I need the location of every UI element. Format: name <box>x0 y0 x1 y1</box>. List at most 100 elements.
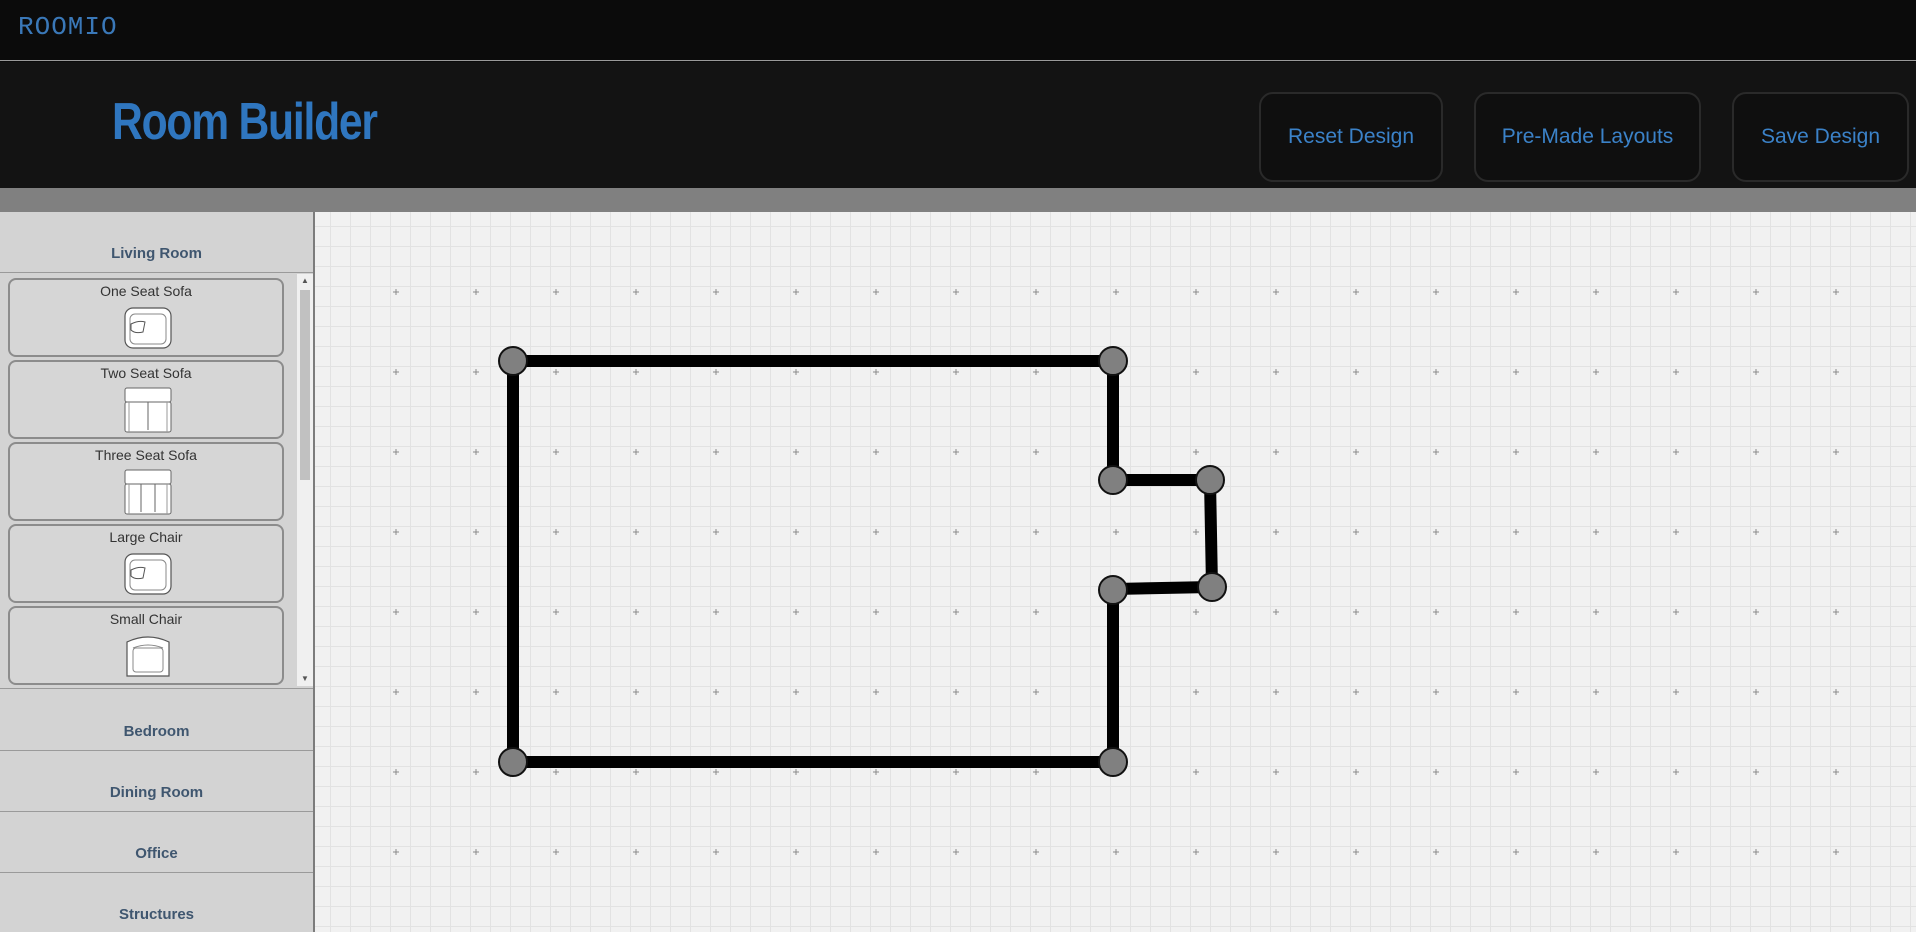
grid-marker <box>1113 849 1119 855</box>
wall-vertex-handle[interactable] <box>1098 747 1128 777</box>
category-living-room[interactable]: Living Room <box>0 245 313 262</box>
category-dining-room[interactable]: Dining Room <box>0 784 313 801</box>
grid-marker <box>553 449 559 455</box>
grid-marker <box>633 769 639 775</box>
grid-marker <box>1273 449 1279 455</box>
room-floorplan[interactable] <box>315 212 1916 932</box>
grid-marker <box>1753 849 1759 855</box>
grid-marker <box>1673 529 1679 535</box>
grid-marker <box>553 609 559 615</box>
grid-marker <box>473 449 479 455</box>
grid-marker <box>553 369 559 375</box>
category-bedroom[interactable]: Bedroom <box>0 723 313 740</box>
grid-marker <box>1033 849 1039 855</box>
item-label: One Seat Sofa <box>100 283 192 299</box>
grid-marker <box>1193 769 1199 775</box>
grid-marker <box>1753 369 1759 375</box>
grid-marker <box>1353 289 1359 295</box>
wall-vertex-handle[interactable] <box>498 747 528 777</box>
premade-layouts-button[interactable]: Pre-Made Layouts <box>1474 92 1701 182</box>
grid-marker <box>1433 369 1439 375</box>
wall-vertex-handle[interactable] <box>1098 346 1128 376</box>
scroll-down-arrow-icon[interactable]: ▼ <box>297 672 313 686</box>
grid-marker <box>393 289 399 295</box>
grid-marker <box>473 769 479 775</box>
grid-marker <box>1593 769 1599 775</box>
grid-marker <box>1033 689 1039 695</box>
grid-marker <box>1513 769 1519 775</box>
grid-marker <box>1273 529 1279 535</box>
category-structures[interactable]: Structures <box>0 906 313 923</box>
grid-marker <box>953 449 959 455</box>
one-seat-sofa-icon <box>124 307 172 349</box>
wall-vertex-handle[interactable] <box>1098 575 1128 605</box>
grid-marker <box>873 609 879 615</box>
divider <box>0 272 313 273</box>
grid-marker <box>1833 689 1839 695</box>
grid-marker <box>1833 529 1839 535</box>
item-two-seat-sofa[interactable]: Two Seat Sofa <box>8 360 284 439</box>
wall-vertex-handle[interactable] <box>1195 465 1225 495</box>
grid-marker <box>793 529 799 535</box>
reset-design-button[interactable]: Reset Design <box>1259 92 1443 182</box>
grid-marker <box>1433 449 1439 455</box>
wall-vertex-handle[interactable] <box>498 346 528 376</box>
grid-marker <box>713 369 719 375</box>
grid-marker <box>473 609 479 615</box>
grid-marker <box>473 529 479 535</box>
grid-marker <box>873 769 879 775</box>
grid-marker <box>873 849 879 855</box>
grid-marker <box>1833 849 1839 855</box>
three-seat-sofa-icon <box>124 469 172 515</box>
grid-marker <box>1673 609 1679 615</box>
grid-marker <box>1593 289 1599 295</box>
grid-marker <box>1833 449 1839 455</box>
item-one-seat-sofa[interactable]: One Seat Sofa <box>8 278 284 357</box>
room-walls <box>507 355 1219 768</box>
grid-marker <box>793 449 799 455</box>
grid-marker <box>793 769 799 775</box>
grid-marker <box>873 689 879 695</box>
grid-marker <box>793 369 799 375</box>
grid-marker <box>1193 849 1199 855</box>
grid-marker <box>1593 609 1599 615</box>
item-small-chair[interactable]: Small Chair <box>8 606 284 685</box>
wall-vertex-handle[interactable] <box>1197 572 1227 602</box>
grid-marker <box>1353 689 1359 695</box>
scroll-thumb[interactable] <box>300 290 310 480</box>
top-bar: ROOMIO <box>0 0 1916 61</box>
scroll-up-arrow-icon[interactable]: ▲ <box>297 274 313 288</box>
grid-marker <box>953 769 959 775</box>
grid-marker <box>1513 449 1519 455</box>
grid-marker <box>633 369 639 375</box>
brand-logo[interactable]: ROOMIO <box>18 12 118 42</box>
grid-marker <box>553 529 559 535</box>
grid-marker <box>1433 689 1439 695</box>
page-header: Room Builder Reset Design Pre-Made Layou… <box>0 62 1916 188</box>
grid-marker <box>713 449 719 455</box>
divider <box>0 688 313 689</box>
grid-marker <box>1273 289 1279 295</box>
category-office[interactable]: Office <box>0 845 313 862</box>
wall-vertex-handle[interactable] <box>1098 465 1128 495</box>
grid-marker <box>1753 769 1759 775</box>
grid-marker <box>1833 289 1839 295</box>
two-seat-sofa-icon <box>124 387 172 433</box>
grid-marker <box>1593 689 1599 695</box>
grid-marker <box>953 689 959 695</box>
divider <box>0 811 313 812</box>
small-chair-icon <box>126 636 170 677</box>
grid-marker <box>1033 449 1039 455</box>
item-large-chair[interactable]: Large Chair <box>8 524 284 603</box>
item-list-scrollbar[interactable]: ▲ ▼ <box>297 274 313 686</box>
item-three-seat-sofa[interactable]: Three Seat Sofa <box>8 442 284 521</box>
grid-marker <box>1513 289 1519 295</box>
grid-marker <box>1673 449 1679 455</box>
save-design-button[interactable]: Save Design <box>1732 92 1909 182</box>
grid-marker <box>1033 369 1039 375</box>
grid-marker <box>1513 689 1519 695</box>
grid-marker <box>1113 289 1119 295</box>
design-canvas[interactable] <box>315 212 1916 932</box>
grid-marker <box>1753 609 1759 615</box>
grid-marker <box>1353 849 1359 855</box>
